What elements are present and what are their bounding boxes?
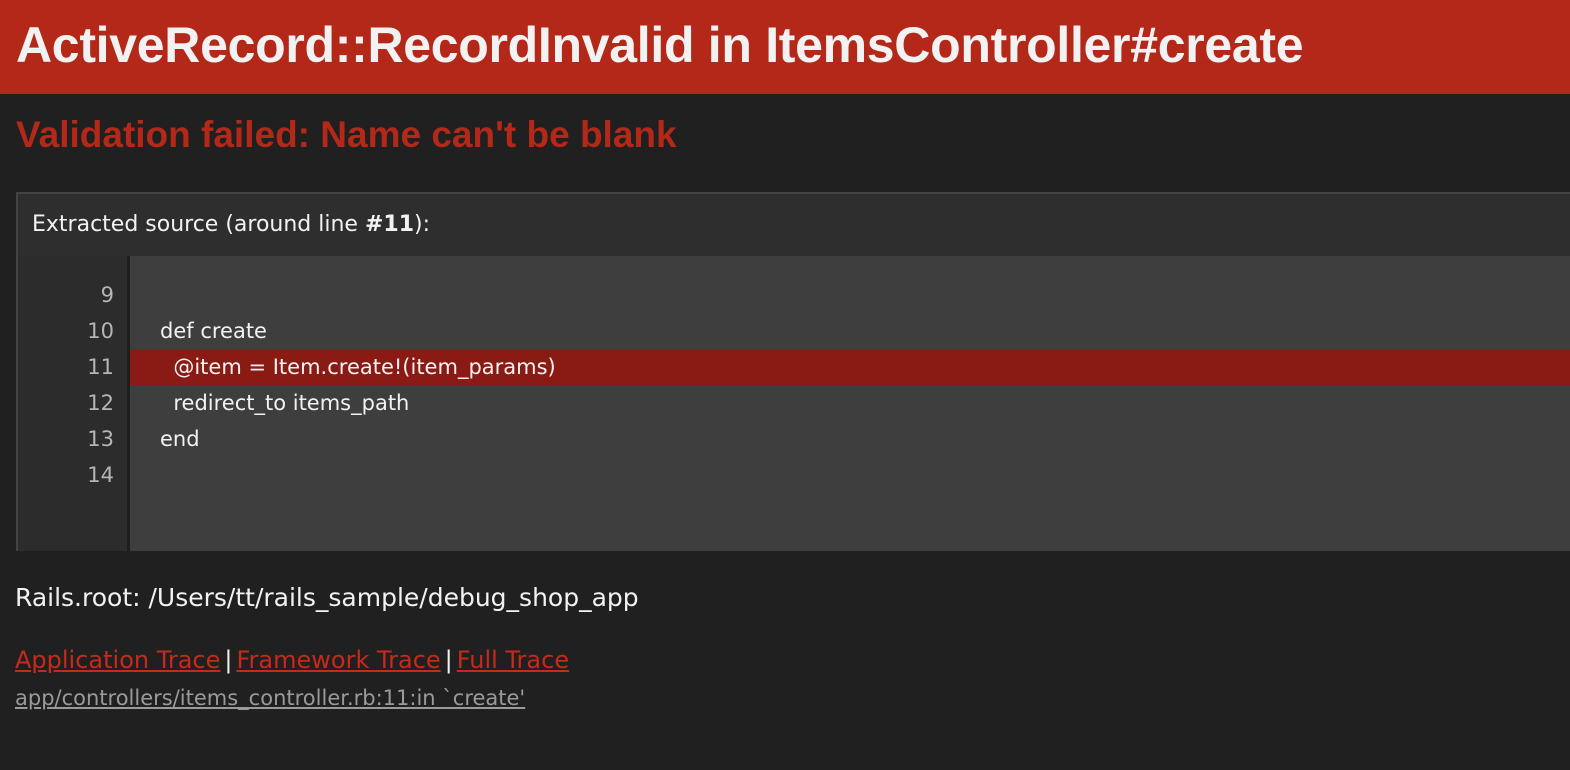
- line-number: 14: [87, 463, 114, 487]
- code-line-highlighted: @item = Item.create!(item_params): [130, 349, 1570, 385]
- source-header-suffix: ):: [414, 212, 431, 237]
- extracted-source-panel: Extracted source (around line #11): 9 10…: [16, 192, 1570, 551]
- trace-entry-link[interactable]: app/controllers/items_controller.rb:11:i…: [15, 683, 525, 713]
- line-number: 9: [100, 283, 114, 307]
- trace-separator: |: [444, 646, 453, 674]
- code-line: redirect_to items_path: [160, 391, 410, 415]
- trace-separator: |: [224, 646, 233, 674]
- line-number: 10: [87, 319, 114, 343]
- rails-root-path: Rails.root: /Users/tt/rails_sample/debug…: [15, 583, 639, 612]
- full-trace-link[interactable]: Full Trace: [457, 646, 569, 674]
- source-header: Extracted source (around line #11):: [32, 210, 430, 240]
- error-message: Validation failed: Name can't be blank: [16, 114, 677, 155]
- trace-tabs: Application Trace | Framework Trace | Full T…: [15, 643, 569, 677]
- code-line: end: [160, 427, 200, 451]
- line-number: 12: [87, 391, 114, 415]
- code-view: def create @item = Item.create!(item_par…: [130, 256, 1570, 551]
- source-header-prefix: Extracted source (around line: [32, 212, 365, 237]
- page-title: ActiveRecord::RecordInvalid in ItemsCont…: [16, 17, 1304, 73]
- error-header: ActiveRecord::RecordInvalid in ItemsCont…: [0, 0, 1570, 94]
- line-number: 13: [87, 427, 114, 451]
- application-trace-link[interactable]: Application Trace: [15, 646, 220, 674]
- framework-trace-link[interactable]: Framework Trace: [237, 646, 441, 674]
- source-header-line: #11: [364, 212, 415, 237]
- line-number: 11: [87, 355, 114, 379]
- line-number-gutter: 9 10 11 12 13 14: [18, 256, 128, 551]
- code-line: def create: [160, 319, 267, 343]
